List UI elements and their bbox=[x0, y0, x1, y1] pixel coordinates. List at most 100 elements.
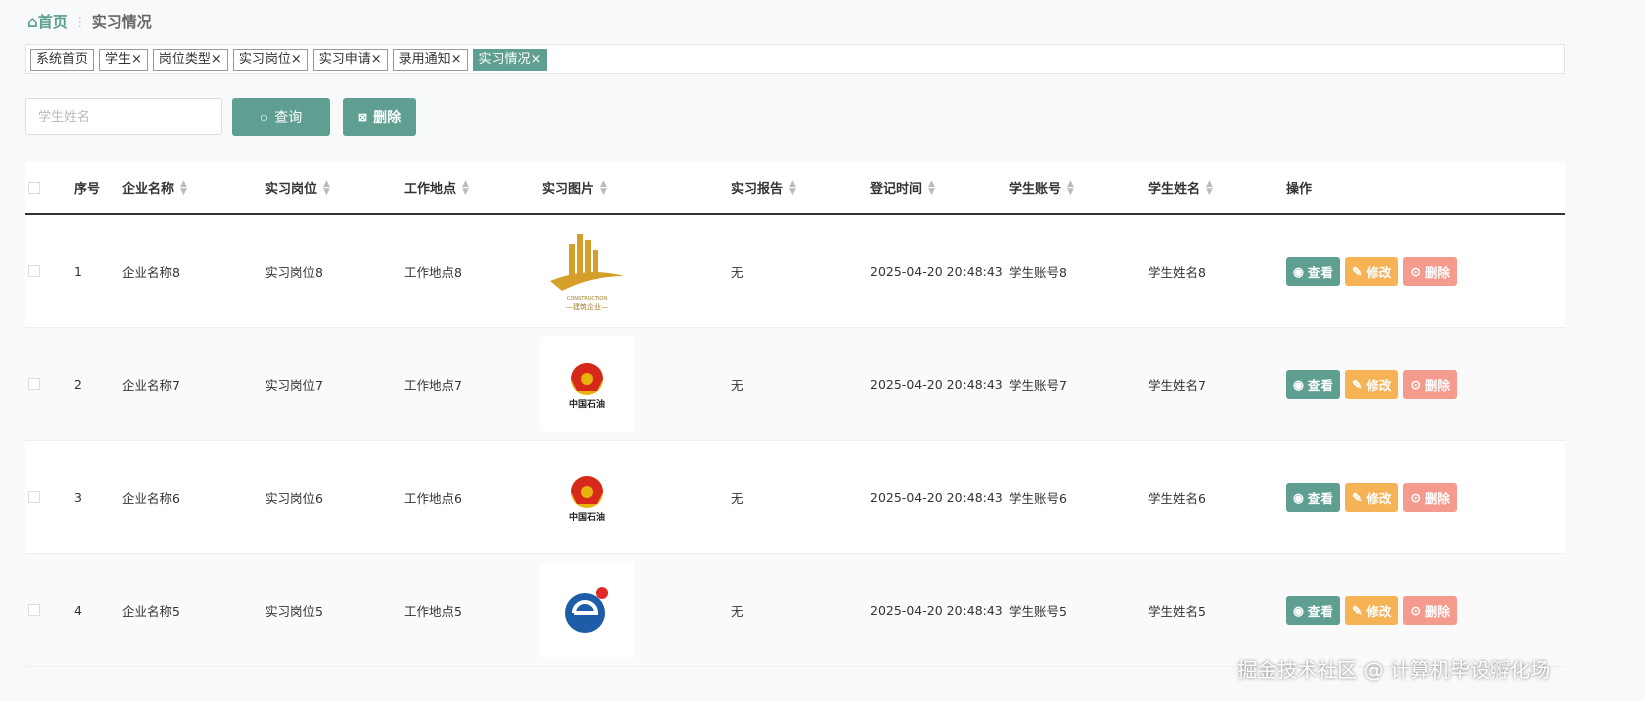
sort-icon[interactable]: ▲ ▼ bbox=[1067, 179, 1074, 196]
svg-text:中国石油: 中国石油 bbox=[569, 511, 605, 523]
table-row: 2 企业名称7 实习岗位7 工作地点7 中国石油 无 2025-04-20 20:48:43… bbox=[25, 328, 1565, 441]
cell-position: 实习岗位7 bbox=[265, 377, 323, 393]
cell-report: 无 bbox=[731, 490, 744, 506]
logo-text: CONSTRUCTION bbox=[567, 296, 607, 302]
delete-icon: ⊠ bbox=[357, 111, 368, 124]
delete-label: 删除 bbox=[373, 109, 402, 125]
table-row: 1 企业名称8 实习岗位8 工作地点8 CONSTRUCTION —建筑企业— 无 2025-… bbox=[25, 215, 1565, 328]
cell-report: 无 bbox=[731, 377, 744, 393]
column-header[interactable]: 实习图片 ▲ ▼ bbox=[542, 178, 607, 197]
row-checkbox[interactable] bbox=[28, 378, 40, 390]
column-label: 操作 bbox=[1286, 182, 1313, 197]
view-button[interactable]: ◉ 查看 bbox=[1286, 256, 1340, 286]
delete-button[interactable]: ⊙ 删除 bbox=[1403, 369, 1457, 399]
cell-time: 2025-04-20 20:48:43 bbox=[870, 602, 1003, 618]
select-all-checkbox[interactable] bbox=[28, 181, 40, 194]
column-header[interactable]: 实习报告 ▲ ▼ bbox=[731, 178, 796, 197]
home-label: 首页 bbox=[37, 13, 68, 31]
delete-button[interactable]: ⊙ 删除 bbox=[1403, 595, 1457, 625]
view-button[interactable]: ◉ 查看 bbox=[1286, 595, 1340, 625]
breadcrumb-home[interactable]: ⌂首页 bbox=[27, 11, 68, 32]
blue-e-logo bbox=[540, 563, 634, 657]
eye-icon: ◉ bbox=[1293, 490, 1304, 505]
sort-icon[interactable]: ▲ ▼ bbox=[600, 179, 607, 196]
delete-button[interactable]: ⊙ 删除 bbox=[1403, 482, 1457, 512]
cell-no: 4 bbox=[74, 602, 82, 618]
cell-time: 2025-04-20 20:48:43 bbox=[870, 376, 1003, 392]
batch-delete-button[interactable]: ⊠ 删除 bbox=[343, 98, 416, 136]
sort-icon[interactable]: ▲ ▼ bbox=[462, 179, 469, 196]
column-label: 序号 bbox=[74, 182, 101, 197]
column-header: 序号 bbox=[74, 178, 100, 197]
query-label: 查询 bbox=[274, 109, 303, 125]
close-circle-icon: ⊙ bbox=[1410, 490, 1421, 505]
cell-report: 无 bbox=[731, 264, 744, 280]
cell-company: 企业名称7 bbox=[122, 377, 180, 393]
tab-item[interactable]: 学生× bbox=[99, 49, 148, 71]
column-header: 操作 bbox=[1286, 178, 1312, 197]
tab-item[interactable]: 实习岗位× bbox=[232, 49, 308, 71]
svg-text:—建筑企业—: —建筑企业— bbox=[566, 302, 608, 311]
edit-label: 修改 bbox=[1366, 378, 1392, 393]
tab-item[interactable]: 实习情况× bbox=[472, 49, 548, 71]
svg-text:中国石油: 中国石油 bbox=[569, 398, 605, 410]
edit-icon: ✎ bbox=[1351, 490, 1363, 505]
edit-button[interactable]: ✎ 修改 bbox=[1344, 482, 1399, 512]
construction-logo: CONSTRUCTION —建筑企业— bbox=[540, 224, 634, 318]
column-label: 登记时间 bbox=[870, 182, 923, 197]
cell-location: 工作地点8 bbox=[404, 264, 462, 280]
separator: ⋮ bbox=[73, 14, 86, 29]
cell-no: 2 bbox=[74, 376, 82, 392]
sort-icon[interactable]: ▲ ▼ bbox=[180, 179, 187, 196]
view-button[interactable]: ◉ 查看 bbox=[1286, 369, 1340, 399]
sort-icon[interactable]: ▲ ▼ bbox=[323, 179, 330, 196]
cell-company: 企业名称5 bbox=[122, 603, 180, 619]
delete-label: 删除 bbox=[1424, 378, 1450, 393]
tab-item[interactable]: 岗位类型× bbox=[152, 49, 228, 71]
close-circle-icon: ⊙ bbox=[1410, 264, 1421, 279]
delete-label: 删除 bbox=[1424, 265, 1450, 280]
cell-account: 学生账号5 bbox=[1009, 603, 1067, 619]
edit-button[interactable]: ✎ 修改 bbox=[1344, 256, 1399, 286]
column-label: 学生姓名 bbox=[1148, 182, 1201, 197]
cell-position: 实习岗位6 bbox=[265, 490, 323, 506]
column-header[interactable]: 学生姓名 ▲ ▼ bbox=[1148, 178, 1213, 197]
cell-position: 实习岗位5 bbox=[265, 603, 323, 619]
row-checkbox[interactable] bbox=[28, 265, 40, 277]
edit-label: 修改 bbox=[1366, 265, 1392, 280]
student-name-search-input[interactable] bbox=[25, 98, 222, 135]
column-label: 工作地点 bbox=[404, 182, 457, 197]
column-label: 实习岗位 bbox=[265, 182, 318, 197]
tab-item[interactable]: 系统首页 bbox=[30, 49, 95, 71]
edit-button[interactable]: ✎ 修改 bbox=[1344, 595, 1399, 625]
view-button[interactable]: ◉ 查看 bbox=[1286, 482, 1340, 512]
delete-button[interactable]: ⊙ 删除 bbox=[1403, 256, 1457, 286]
column-header[interactable]: 学生账号 ▲ ▼ bbox=[1009, 178, 1074, 197]
petrochina-logo: 中国石油 bbox=[540, 450, 634, 544]
cell-position: 实习岗位8 bbox=[265, 264, 323, 280]
sort-icon[interactable]: ▲ ▼ bbox=[1206, 179, 1213, 196]
query-button[interactable]: ○ 查询 bbox=[232, 98, 330, 136]
tab-item[interactable]: 录用通知× bbox=[392, 49, 468, 71]
column-header[interactable]: 企业名称 ▲ ▼ bbox=[122, 178, 187, 197]
column-label: 企业名称 bbox=[122, 182, 175, 197]
sort-icon[interactable]: ▲ ▼ bbox=[789, 179, 796, 196]
edit-icon: ✎ bbox=[1351, 603, 1363, 618]
cell-report: 无 bbox=[731, 603, 744, 619]
column-header[interactable]: 工作地点 ▲ ▼ bbox=[404, 178, 469, 197]
column-label: 学生账号 bbox=[1009, 182, 1062, 197]
eye-icon: ◉ bbox=[1293, 264, 1304, 279]
tab-bar: 系统首页 学生× 岗位类型× 实习岗位× 实习申请× 录用通知× 实习情况× bbox=[25, 44, 1565, 74]
sort-icon[interactable]: ▲ ▼ bbox=[928, 179, 935, 196]
row-checkbox[interactable] bbox=[28, 604, 40, 616]
column-header[interactable]: 实习岗位 ▲ ▼ bbox=[265, 178, 330, 197]
cell-name: 学生姓名6 bbox=[1148, 490, 1206, 506]
column-header[interactable]: 登记时间 ▲ ▼ bbox=[870, 178, 935, 197]
table-row: 3 企业名称6 实习岗位6 工作地点6 中国石油 无 2025-04-20 20:48:43… bbox=[25, 441, 1565, 554]
tab-item[interactable]: 实习申请× bbox=[312, 49, 388, 71]
close-circle-icon: ⊙ bbox=[1410, 603, 1421, 618]
cell-time: 2025-04-20 20:48:43 bbox=[870, 489, 1003, 505]
breadcrumb-current: 实习情况 bbox=[91, 13, 152, 31]
row-checkbox[interactable] bbox=[28, 491, 40, 503]
edit-button[interactable]: ✎ 修改 bbox=[1344, 369, 1399, 399]
